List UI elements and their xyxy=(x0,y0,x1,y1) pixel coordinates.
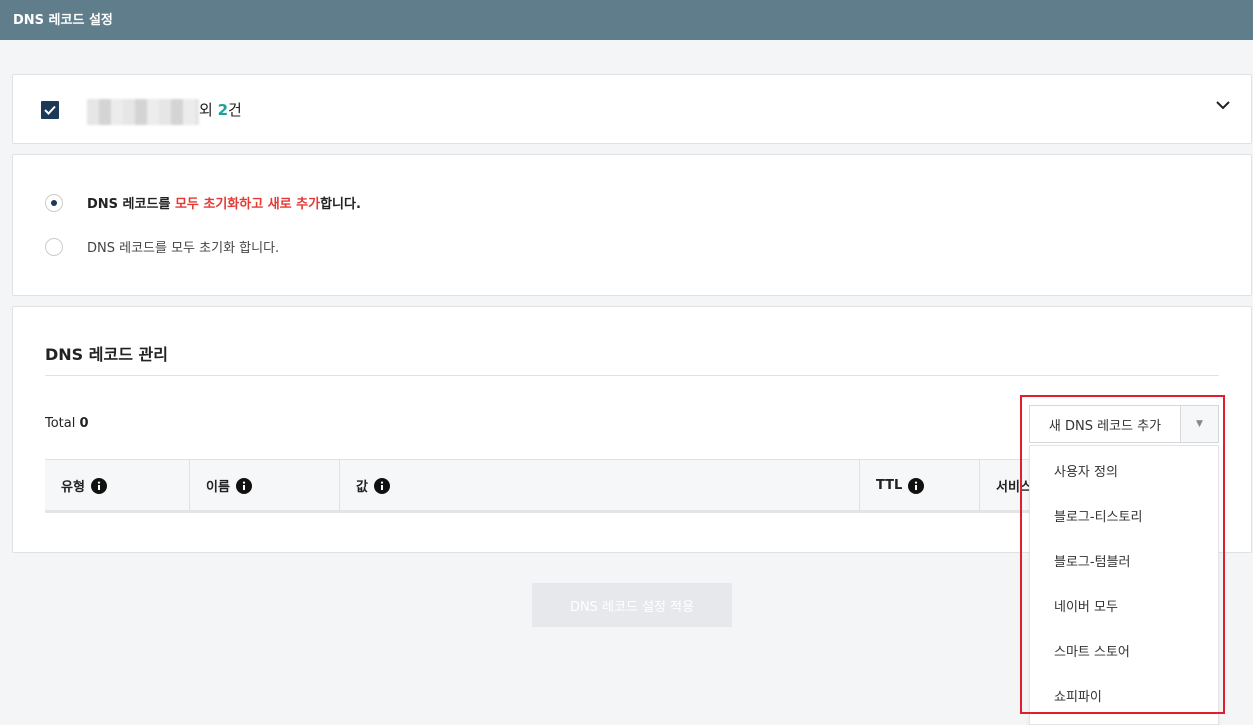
radio-unselected[interactable] xyxy=(45,237,63,256)
mode-option-label: DNS 레코드를 모두 초기화 합니다. xyxy=(87,241,280,256)
domain-panel: 외 2건 xyxy=(12,74,1252,144)
info-icon[interactable] xyxy=(235,477,252,494)
menu-item-smartstore[interactable]: 스마트 스토어 xyxy=(1030,628,1218,673)
mode-panel: DNS 레코드를 모두 초기화하고 새로 추가합니다. DNS 레코드를 모두 … xyxy=(12,154,1252,296)
menu-item-tumblr[interactable]: 블로그-텀블러 xyxy=(1030,538,1218,583)
records-title: DNS 레코드 관리 xyxy=(45,345,168,364)
record-template-menu: 사용자 정의 블로그-티스토리 블로그-텀블러 네이버 모두 스마트 스토어 쇼… xyxy=(1029,445,1219,725)
info-icon[interactable] xyxy=(90,477,107,494)
apply-dns-settings-button[interactable]: DNS 레코드 설정 적용 xyxy=(532,583,732,627)
menu-item-naver-modoo[interactable]: 네이버 모두 xyxy=(1030,583,1218,628)
page-header: DNS 레코드 설정 xyxy=(0,0,1253,40)
column-name: 이름 xyxy=(190,460,340,511)
menu-item-shopify[interactable]: 쇼피파이 xyxy=(1030,673,1218,718)
total-count: Total 0 xyxy=(45,416,89,431)
domain-checkbox[interactable] xyxy=(41,101,59,119)
divider xyxy=(45,375,1219,376)
extra-suffix: 건 xyxy=(228,101,242,119)
mode-option-reset-only[interactable]: DNS 레코드를 모두 초기화 합니다. xyxy=(45,237,279,256)
blurred-domain-name xyxy=(87,99,199,125)
menu-item-tistory[interactable]: 블로그-티스토리 xyxy=(1030,493,1218,538)
column-ttl: TTL xyxy=(860,460,980,511)
add-dns-record-button[interactable]: 새 DNS 레코드 추가 xyxy=(1030,406,1180,442)
page-title: DNS 레코드 설정 xyxy=(13,13,113,28)
column-value: 값 xyxy=(340,460,860,511)
mode-option-label: DNS 레코드를 모두 초기화하고 새로 추가합니다. xyxy=(87,197,361,212)
radio-selected[interactable] xyxy=(45,193,63,212)
info-icon[interactable] xyxy=(373,477,390,494)
dropdown-arrow-icon[interactable]: ▼ xyxy=(1180,406,1218,442)
add-dns-record-dropdown[interactable]: 새 DNS 레코드 추가 ▼ xyxy=(1029,405,1219,443)
column-type: 유형 xyxy=(45,460,190,511)
check-icon xyxy=(44,105,56,115)
menu-item-custom[interactable]: 사용자 정의 xyxy=(1030,448,1218,493)
extra-prefix: 외 xyxy=(199,101,218,119)
domain-extra-count: 외 2건 xyxy=(199,99,242,120)
info-icon[interactable] xyxy=(908,477,925,494)
extra-count: 2 xyxy=(217,101,229,119)
chevron-down-icon[interactable] xyxy=(1215,100,1231,110)
mode-option-reset-add[interactable]: DNS 레코드를 모두 초기화하고 새로 추가합니다. xyxy=(45,193,361,212)
